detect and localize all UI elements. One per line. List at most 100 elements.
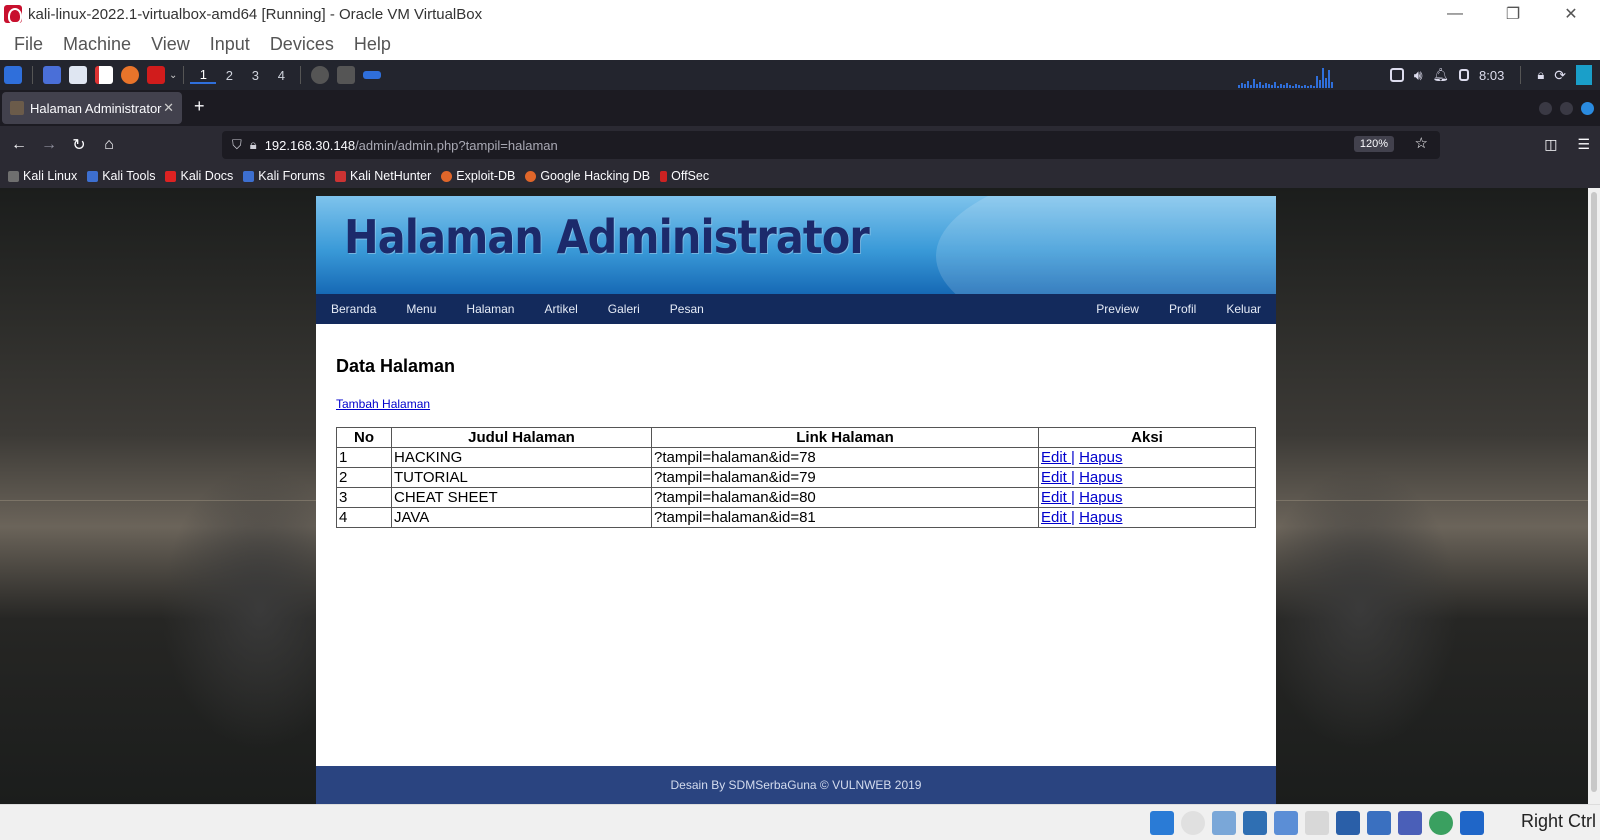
table-row: 4 JAVA ?tampil=halaman&id=81 Edit | Hapu… (336, 507, 1256, 528)
url-bar[interactable]: ⛉ 🔒︎ 192.168.30.148/admin/admin.php?tamp… (222, 131, 1440, 159)
clock[interactable]: 8:03 (1479, 68, 1504, 83)
pocket-icon[interactable]: ◫ (1544, 136, 1557, 153)
nav-beranda[interactable]: Beranda (331, 302, 391, 316)
bookmark-label: Kali NetHunter (349, 169, 432, 183)
reload-icon[interactable]: ↻ (64, 135, 94, 155)
nav-pesan[interactable]: Pesan (655, 302, 719, 316)
nav-menu[interactable]: Menu (391, 302, 451, 316)
bookmark-kali-tools[interactable]: Kali Tools (87, 169, 155, 183)
close-icon[interactable] (1581, 102, 1594, 115)
bookmark-label: Kali Tools (102, 169, 156, 183)
bookmark-exploit-db[interactable]: Exploit-DB (441, 169, 515, 183)
lock-screen-icon[interactable]: 🔒︎ (1537, 67, 1544, 83)
edit-link[interactable]: Edit (1041, 489, 1071, 506)
taskbar-app-icon[interactable] (311, 66, 330, 84)
minimize-icon[interactable] (1539, 102, 1552, 115)
bookmark-google-hacking-db[interactable]: Google Hacking DB (525, 169, 650, 183)
home-icon[interactable]: ⌂ (94, 136, 124, 154)
kali-menu-icon[interactable] (4, 66, 22, 84)
cell-no: 3 (336, 487, 392, 508)
edit-link[interactable]: Edit (1041, 449, 1071, 466)
menu-help[interactable]: Help (344, 34, 401, 55)
menu-file[interactable]: File (4, 34, 53, 55)
add-page-link[interactable]: Tambah Halaman (336, 397, 430, 411)
bookmark-star-icon[interactable]: ☆ (1415, 134, 1428, 152)
browser-tab[interactable]: Halaman Administrator ✕ (2, 92, 182, 124)
hard-disk-icon[interactable] (1150, 811, 1174, 835)
nav-preview[interactable]: Preview (1081, 302, 1154, 316)
audio-icon[interactable] (1212, 811, 1236, 835)
terminal-icon[interactable] (147, 66, 165, 84)
taskbar-app-icon[interactable] (337, 66, 356, 84)
display-icon[interactable] (1389, 68, 1404, 82)
hapus-link[interactable]: Hapus (1079, 449, 1122, 466)
restore-icon[interactable]: ❐ (1484, 0, 1542, 28)
display-icon[interactable] (1336, 811, 1360, 835)
video-capture-icon[interactable] (1367, 811, 1391, 835)
shared-folders-icon[interactable] (1305, 811, 1329, 835)
workspace-1[interactable]: 1 (190, 67, 217, 84)
shield-icon[interactable]: ⛉ (232, 137, 242, 153)
bookmark-kali-linux[interactable]: Kali Linux (8, 169, 77, 183)
nav-galeri[interactable]: Galeri (593, 302, 655, 316)
mouse-integration-icon[interactable] (1429, 811, 1453, 835)
menu-devices[interactable]: Devices (260, 34, 344, 55)
lock-icon[interactable]: 🔒︎ (250, 137, 257, 153)
zoom-indicator[interactable]: 120% (1353, 136, 1394, 152)
menu-view[interactable]: View (141, 34, 200, 55)
forward-icon[interactable]: → (34, 136, 64, 154)
close-tab-icon[interactable]: ✕ (163, 100, 174, 116)
hapus-link[interactable]: Hapus (1079, 469, 1122, 486)
power-icon[interactable] (1576, 65, 1592, 85)
virtualization-icon[interactable] (1398, 811, 1422, 835)
exploit-db-icon (441, 170, 453, 182)
minimize-icon[interactable]: — (1426, 0, 1484, 28)
refresh-icon[interactable]: ⟳ (1554, 67, 1566, 84)
edit-link[interactable]: Edit (1041, 509, 1071, 526)
table-row: 1 HACKING ?tampil=halaman&id=78 Edit | H… (336, 447, 1256, 468)
vbox-title-bar: kali-linux-2022.1-virtualbox-amd64 [Runn… (0, 0, 1600, 28)
firefox-icon[interactable] (121, 66, 139, 84)
notification-bell-icon[interactable]: 🔔︎ (1433, 67, 1450, 83)
bookmark-kali-forums[interactable]: Kali Forums (243, 169, 325, 183)
page-scrollbar[interactable] (1588, 188, 1600, 804)
nav-artikel[interactable]: Artikel (529, 302, 592, 316)
kali-forums-icon (243, 170, 255, 182)
nav-profil[interactable]: Profil (1154, 302, 1211, 316)
keyboard-capture-icon[interactable] (1460, 811, 1484, 835)
optical-drive-icon[interactable] (1181, 811, 1205, 835)
browser-toolbar-right: ◫ ☰ (1544, 136, 1590, 153)
close-icon[interactable]: ✕ (1542, 0, 1600, 28)
menu-machine[interactable]: Machine (53, 34, 141, 55)
battery-icon[interactable] (1459, 69, 1470, 81)
usb-icon[interactable] (1274, 811, 1298, 835)
table-row: 3 CHEAT SHEET ?tampil=halaman&id=80 Edit… (336, 487, 1256, 508)
taskbar-window-icon[interactable] (363, 71, 382, 79)
panel-separator (300, 66, 302, 84)
bookmark-kali-nethunter[interactable]: Kali NetHunter (334, 169, 432, 183)
maximize-icon[interactable] (1560, 102, 1573, 115)
hamburger-menu-icon[interactable]: ☰ (1577, 136, 1590, 153)
edit-link[interactable]: Edit (1041, 469, 1071, 486)
bookmark-kali-docs[interactable]: Kali Docs (165, 169, 233, 183)
file-manager-icon[interactable] (69, 66, 87, 84)
chevron-down-icon[interactable]: ⌄ (169, 70, 177, 81)
desktop-icon[interactable] (43, 66, 61, 84)
new-tab-icon[interactable]: + (194, 96, 205, 117)
menu-input[interactable]: Input (200, 34, 260, 55)
scrollbar-thumb[interactable] (1591, 192, 1597, 792)
nav-halaman[interactable]: Halaman (451, 302, 529, 316)
workspace-3[interactable]: 3 (242, 68, 268, 83)
hapus-link[interactable]: Hapus (1079, 489, 1122, 506)
hapus-link[interactable]: Hapus (1079, 509, 1122, 526)
network-icon[interactable] (1243, 811, 1267, 835)
cpu-graph (1238, 66, 1358, 88)
volume-icon[interactable]: 🔊︎ (1414, 67, 1423, 84)
bookmark-offsec[interactable]: OffSec (660, 169, 709, 183)
workspace-4[interactable]: 4 (268, 68, 294, 83)
back-icon[interactable]: ← (4, 136, 34, 154)
bookmark-label: Kali Linux (23, 169, 78, 183)
nav-keluar[interactable]: Keluar (1211, 302, 1276, 316)
workspace-2[interactable]: 2 (216, 68, 242, 83)
text-editor-icon[interactable] (95, 66, 113, 84)
